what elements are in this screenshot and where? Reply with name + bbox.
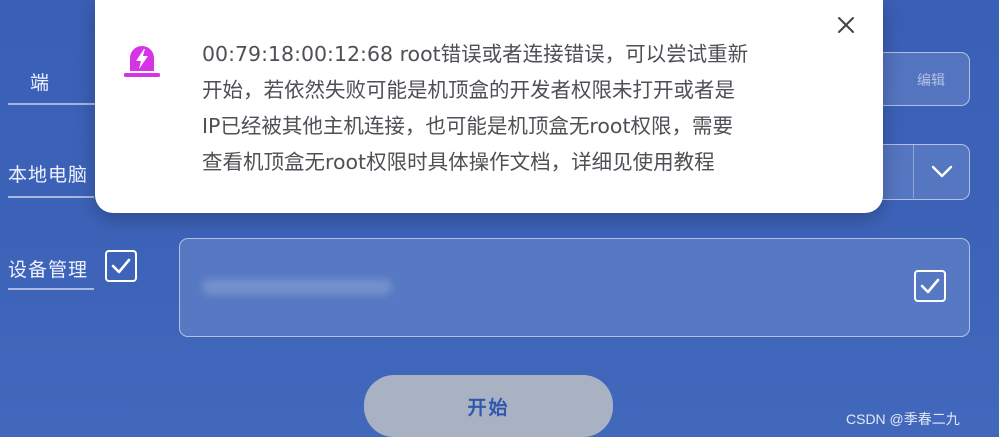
edit-button[interactable]: 编辑 bbox=[917, 70, 945, 90]
error-dialog: 00:79:18:00:12:68 root错误或者连接错误，可以尝试重新 开始… bbox=[95, 0, 883, 213]
checkmark-icon bbox=[920, 278, 940, 294]
csdn-watermark: CSDN @季春二九 bbox=[846, 411, 960, 427]
tab-label: 端 bbox=[30, 72, 51, 94]
dropdown-toggle[interactable] bbox=[913, 145, 969, 198]
device-entry-blurred bbox=[202, 279, 392, 295]
checkmark-icon bbox=[111, 258, 131, 274]
message-line: 开始，若依然失败可能是机顶盒的开发者权限未打开或者是 bbox=[202, 78, 735, 102]
device-mgmt-underline bbox=[8, 288, 94, 290]
local-pc-label: 本地电脑 bbox=[8, 164, 89, 186]
device-mgmt-label: 设备管理 bbox=[8, 259, 89, 281]
error-message: 00:79:18:00:12:68 root错误或者连接错误，可以尝试重新 开始… bbox=[202, 36, 852, 180]
chevron-down-icon bbox=[931, 165, 952, 177]
local-pc-underline bbox=[8, 196, 94, 198]
message-line: 00:79:18:00:12:68 root错误或者连接错误，可以尝试重新 bbox=[202, 42, 749, 66]
message-line: IP已经被其他主机连接，也可能是机顶盒无root权限，需要 bbox=[202, 114, 734, 138]
device-entry-checkbox[interactable] bbox=[914, 270, 946, 302]
close-icon bbox=[838, 17, 854, 33]
device-list-box[interactable] bbox=[179, 238, 970, 337]
tab-underline bbox=[8, 103, 98, 105]
message-line: 查看机顶盒无root权限时具体操作文档，详细见使用教程 bbox=[202, 150, 715, 174]
alarm-siren-icon bbox=[124, 46, 160, 77]
device-mgmt-checkbox[interactable] bbox=[105, 250, 137, 282]
start-button[interactable]: 开始 bbox=[364, 375, 613, 437]
